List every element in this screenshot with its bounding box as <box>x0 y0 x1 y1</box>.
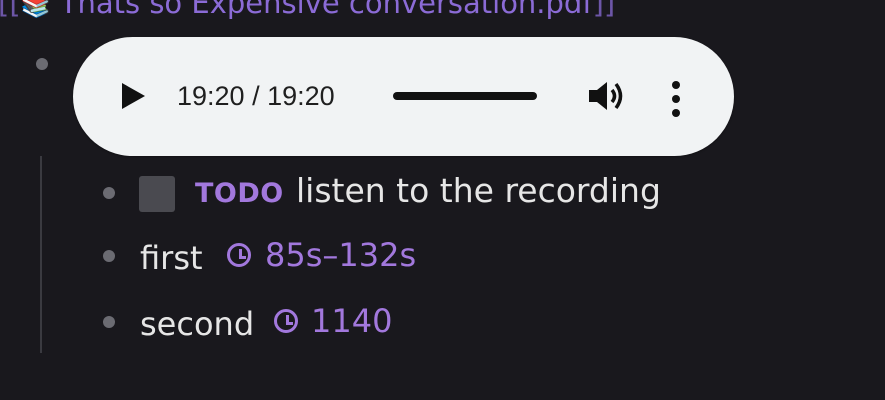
block-text-second: second <box>140 305 255 343</box>
todo-checkbox[interactable] <box>139 176 175 212</box>
page-link-title[interactable]: Thats so Expensive conversation.pdf <box>60 0 593 20</box>
timestamp-link[interactable]: 1140 <box>311 301 392 341</box>
clock-icon <box>274 309 298 333</box>
volume-icon[interactable] <box>587 79 627 113</box>
link-open-bracket: [[ <box>0 0 21 20</box>
todo-marker[interactable]: TODO <box>195 177 284 211</box>
timestamp-link[interactable]: 85s–132s <box>265 235 416 275</box>
audio-player[interactable]: 19:20 / 19:20 <box>73 37 734 156</box>
block-bullet[interactable] <box>103 316 115 328</box>
books-icon: 📚 <box>20 0 51 19</box>
task-text: listen to the recording <box>296 171 661 210</box>
block-text-first: first <box>140 239 203 277</box>
play-icon[interactable] <box>122 83 145 109</box>
link-close-bracket: ]] <box>592 0 616 20</box>
more-options-icon[interactable] <box>669 79 683 117</box>
audio-time-display: 19:20 / 19:20 <box>177 81 335 111</box>
block-bullet[interactable] <box>103 250 115 262</box>
audio-progress-bar[interactable] <box>393 92 537 100</box>
block-bullet[interactable] <box>103 187 115 199</box>
clock-icon <box>227 243 251 267</box>
page-link[interactable]: [[📚 Thats so Expensive conversation.pdf]… <box>0 0 615 22</box>
children-guide-line <box>40 156 42 353</box>
block-bullet[interactable] <box>36 58 48 70</box>
